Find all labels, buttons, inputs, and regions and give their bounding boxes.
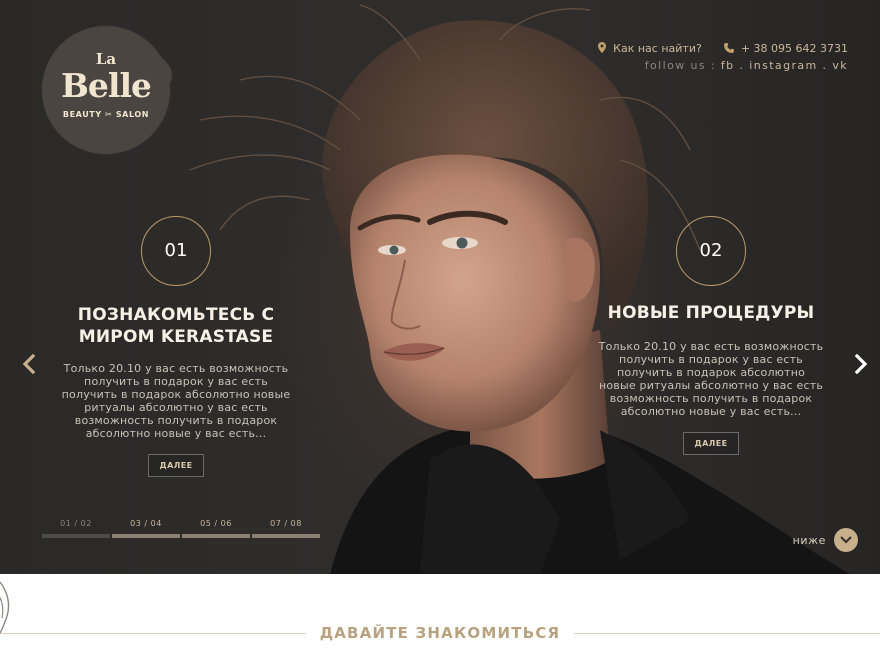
pager-item-2[interactable]: 03 / 04 <box>112 519 180 538</box>
heading-divider-right <box>574 633 880 634</box>
slide-02: 02 НОВЫЕ ПРОЦЕДУРЫ Только 20.10 у вас ес… <box>598 216 824 455</box>
section-heading: ДАВАЙТЕ ЗНАКОМИТЬСЯ <box>319 624 561 642</box>
phone-link[interactable]: + 38 095 642 3731 <box>723 42 848 55</box>
pager-bar <box>42 534 110 538</box>
more-button[interactable]: ДАЛЕЕ <box>682 432 740 455</box>
chevron-down-icon <box>834 528 858 552</box>
pager-bar <box>112 534 180 538</box>
slider-prev-button[interactable] <box>20 353 38 375</box>
slider-next-button[interactable] <box>852 353 870 375</box>
logo-swirl-decoration <box>129 44 172 93</box>
header-contacts: Как нас найти? + 38 095 642 3731 follow … <box>598 42 848 72</box>
slide-01: 01 ПОЗНАКОМЬТЕСЬ С МИРОМ KERASTASE Тольк… <box>60 216 292 477</box>
slide-number: 01 <box>141 216 211 286</box>
pager-label: 05 / 06 <box>200 519 232 528</box>
slide-text: Только 20.10 у вас есть возможность полу… <box>61 362 291 440</box>
slide-number: 02 <box>676 216 746 286</box>
more-button[interactable]: ДАЛЕЕ <box>147 454 205 477</box>
phone-icon <box>723 42 734 55</box>
find-us-label: Как нас найти? <box>613 42 702 55</box>
pager-item-1[interactable]: 01 / 02 <box>42 519 110 538</box>
phone-number: + 38 095 642 3731 <box>740 42 848 55</box>
pager-bar <box>252 534 320 538</box>
find-us-link[interactable]: Как нас найти? <box>598 42 702 55</box>
pager-item-4[interactable]: 07 / 08 <box>252 519 320 538</box>
section-heading-wrap: ДАВАЙТЕ ЗНАКОМИТЬСЯ <box>0 624 880 644</box>
slide-text: Только 20.10 у вас есть возможность полу… <box>598 340 824 418</box>
hero-slider: La Belle BEAUTY ✂ SALON Как нас найти? +… <box>0 0 880 574</box>
pager-label: 07 / 08 <box>270 519 302 528</box>
slide-title: НОВЫЕ ПРОЦЕДУРЫ <box>598 302 824 324</box>
slide-title-line-1: НОВЫЕ ПРОЦЕДУРЫ <box>607 303 815 323</box>
location-pin-icon <box>598 42 607 55</box>
pager-item-3[interactable]: 05 / 06 <box>182 519 250 538</box>
pager-label: 01 / 02 <box>60 519 92 528</box>
pager-bar <box>182 534 250 538</box>
follow-us-label: follow us : <box>644 59 716 72</box>
chevron-left-icon <box>22 353 36 375</box>
heading-divider-left <box>0 633 306 634</box>
logo-subtitle: BEAUTY ✂ SALON <box>62 110 150 119</box>
scroll-down-label: ниже <box>792 533 826 547</box>
pager-label: 03 / 04 <box>130 519 162 528</box>
slide-title-line-2: МИРОМ KERASTASE <box>78 327 274 347</box>
about-section: ДАВАЙТЕ ЗНАКОМИТЬСЯ <box>0 574 880 660</box>
chevron-right-icon <box>854 353 868 375</box>
scroll-down-button[interactable]: ниже <box>793 528 858 552</box>
social-links[interactable]: fb . instagram . vk <box>721 59 848 72</box>
slide-title: ПОЗНАКОМЬТЕСЬ С МИРОМ KERASTASE <box>60 304 292 348</box>
slide-title-line-1: ПОЗНАКОМЬТЕСЬ С <box>77 305 275 325</box>
slider-pager: 01 / 02 03 / 04 05 / 06 07 / 08 <box>42 519 320 538</box>
